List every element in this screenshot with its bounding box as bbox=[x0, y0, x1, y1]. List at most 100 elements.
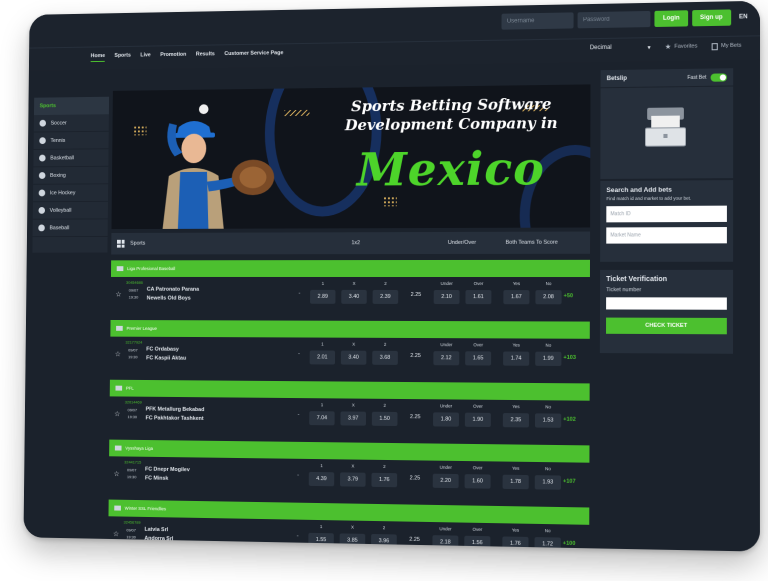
more-markets-link[interactable]: +103 bbox=[563, 355, 576, 361]
more-markets-link[interactable]: +102 bbox=[563, 417, 576, 423]
odds-format-select[interactable]: Decimal ▾ bbox=[590, 44, 651, 52]
nav-sports[interactable]: Sports bbox=[114, 53, 131, 62]
nav-home[interactable]: Home bbox=[91, 53, 105, 62]
odds-label: 2 bbox=[373, 281, 399, 286]
odds-away[interactable]: 1.50 bbox=[372, 412, 398, 426]
odds-home[interactable]: 2.89 bbox=[310, 290, 335, 304]
flag-icon bbox=[115, 386, 122, 391]
odds-under[interactable]: 2.20 bbox=[433, 474, 459, 488]
league-header[interactable]: Liga Profesional Baseball bbox=[111, 260, 590, 277]
match-teams[interactable]: PFK Metallurg Bekabad FC Pakhtakor Tashke… bbox=[146, 406, 205, 424]
odds-label: X bbox=[341, 402, 367, 407]
odds-home[interactable]: 1.55 bbox=[308, 533, 334, 547]
odds-away[interactable]: 3.96 bbox=[371, 534, 397, 549]
odds-under[interactable]: 1.80 bbox=[433, 412, 459, 426]
sidebar-item-tennis[interactable]: Tennis bbox=[34, 132, 109, 150]
odds-btts-yes[interactable]: 1.67 bbox=[503, 290, 529, 304]
odds-over[interactable]: 1.61 bbox=[465, 290, 491, 304]
match-time: 19:30 bbox=[127, 474, 137, 479]
add-bets-title: Search and Add bets bbox=[606, 186, 727, 194]
odds-over[interactable]: 1.90 bbox=[465, 413, 491, 427]
favorites-link[interactable]: ★ Favorites bbox=[665, 42, 698, 51]
odds-label: X bbox=[341, 342, 366, 347]
device-frame: Login Sign up EN Home Sports Live Promot… bbox=[23, 1, 760, 552]
sidebar-item-baseball[interactable]: Baseball bbox=[33, 219, 108, 237]
odds-away[interactable]: 3.68 bbox=[372, 351, 398, 365]
odds-label: Over bbox=[464, 527, 490, 533]
empty-betslip-icon bbox=[645, 103, 686, 148]
login-button[interactable]: Login bbox=[655, 10, 688, 27]
flag-icon bbox=[114, 506, 121, 511]
odds-btts-yes[interactable]: 1.76 bbox=[502, 536, 528, 551]
odds-btts-no[interactable]: 1.72 bbox=[535, 537, 561, 552]
odds-home[interactable]: 2.01 bbox=[310, 350, 335, 364]
odds-btts-no[interactable]: 1.53 bbox=[535, 413, 561, 427]
odds-over[interactable]: 1.56 bbox=[464, 536, 490, 551]
nav-customer-service[interactable]: Customer Service Page bbox=[224, 50, 283, 60]
sidebar-item-boxing[interactable]: Boxing bbox=[33, 167, 108, 185]
favorite-star-icon[interactable]: ☆ bbox=[113, 530, 119, 538]
odds-over[interactable]: 1.65 bbox=[465, 351, 491, 365]
favorite-star-icon[interactable]: ☆ bbox=[114, 470, 120, 478]
odds-away[interactable]: 2.39 bbox=[373, 290, 399, 304]
odds-label: X bbox=[341, 281, 366, 286]
match-teams[interactable]: FC Ordabasy FC Kaspii Aktau bbox=[146, 346, 186, 364]
odds-btts-yes[interactable]: 2.35 bbox=[503, 413, 529, 427]
promo-banner[interactable]: Sports Betting Software Development Comp… bbox=[111, 84, 590, 229]
more-markets-link[interactable]: +50 bbox=[564, 293, 573, 299]
match-row[interactable]: ☆ 32441715 09/07 19:30 FC Dnepr Mogilev FC Mi… bbox=[109, 456, 590, 501]
sidebar-item-ice-hockey[interactable]: Ice Hockey bbox=[33, 184, 108, 202]
odds-btts-no[interactable]: 1.93 bbox=[535, 475, 561, 490]
favorite-star-icon[interactable]: ☆ bbox=[115, 291, 121, 299]
nav-promotion[interactable]: Promotion bbox=[160, 52, 186, 61]
odds-btts-no[interactable]: 2.08 bbox=[535, 290, 561, 304]
favorite-star-icon[interactable]: ☆ bbox=[114, 410, 120, 418]
odds-label: X bbox=[340, 463, 366, 468]
username-input[interactable] bbox=[502, 12, 574, 29]
match-row[interactable]: ☆ 30454686 09/07 19:30 CA Patronato Parana Ne… bbox=[111, 277, 590, 316]
nav-results[interactable]: Results bbox=[196, 51, 215, 60]
match-row[interactable]: ☆ 32177924 09/07 19:30 FC Ordabasy FC Kaspii … bbox=[110, 337, 590, 378]
match-teams[interactable]: Latvia Srl Andorra Srl bbox=[144, 526, 173, 544]
ticket-number-input[interactable] bbox=[606, 297, 727, 309]
odds-draw[interactable]: 3.40 bbox=[341, 290, 367, 304]
language-selector[interactable]: EN bbox=[739, 14, 748, 20]
odds-btts-no[interactable]: 1.99 bbox=[535, 352, 561, 366]
odds-away[interactable]: 1.76 bbox=[371, 473, 397, 487]
odds-btts-yes[interactable]: 1.78 bbox=[503, 475, 529, 490]
odds-label: 2 bbox=[372, 342, 398, 347]
fast-bet-toggle[interactable] bbox=[711, 73, 727, 81]
soccer-ball-icon bbox=[39, 120, 46, 127]
odds-home[interactable]: 4.39 bbox=[309, 472, 334, 486]
odds-under[interactable]: 2.12 bbox=[433, 351, 459, 365]
my-bets-link[interactable]: My Bets bbox=[712, 42, 742, 50]
sidebar-item-soccer[interactable]: Soccer bbox=[34, 114, 109, 132]
odds-under[interactable]: 2.18 bbox=[432, 535, 458, 550]
nav-live[interactable]: Live bbox=[140, 52, 151, 61]
match-id-input[interactable] bbox=[606, 206, 727, 223]
password-input[interactable] bbox=[578, 11, 651, 28]
favorite-star-icon[interactable]: ☆ bbox=[115, 350, 121, 358]
odds-draw[interactable]: 3.97 bbox=[340, 411, 366, 425]
market-name-input[interactable] bbox=[606, 227, 727, 244]
match-datetime: 09/07 19:30 bbox=[126, 526, 136, 540]
sidebar-item-basketball[interactable]: Basketball bbox=[33, 149, 108, 167]
sidebar-item-label: Ice Hockey bbox=[50, 190, 76, 196]
odds-draw[interactable]: 3.79 bbox=[340, 472, 366, 486]
total-line: 2.25 bbox=[405, 475, 425, 481]
odds-btts-yes[interactable]: 1.74 bbox=[503, 352, 529, 366]
match-row[interactable]: ☆ 32014469 09/07 19:30 PFK Metallurg Bekabad… bbox=[109, 396, 589, 439]
match-teams[interactable]: FC Dnepr Mogilev FC Minsk bbox=[145, 466, 190, 484]
sidebar-item-volleyball[interactable]: Volleyball bbox=[33, 202, 108, 220]
more-markets-link[interactable]: +107 bbox=[563, 479, 576, 485]
banner-title: Sports Betting Software Development Comp… bbox=[333, 95, 571, 136]
odds-over[interactable]: 1.60 bbox=[465, 474, 491, 489]
more-markets-link[interactable]: +100 bbox=[563, 541, 576, 547]
check-ticket-button[interactable]: CHECK TICKET bbox=[606, 317, 727, 334]
signup-button[interactable]: Sign up bbox=[692, 9, 731, 26]
odds-draw[interactable]: 3.85 bbox=[340, 533, 366, 548]
match-teams[interactable]: CA Patronato Parana Newells Old Boys bbox=[147, 286, 199, 304]
odds-under[interactable]: 2.10 bbox=[434, 290, 460, 304]
odds-home[interactable]: 7.04 bbox=[309, 411, 334, 425]
odds-draw[interactable]: 3.40 bbox=[341, 351, 367, 365]
